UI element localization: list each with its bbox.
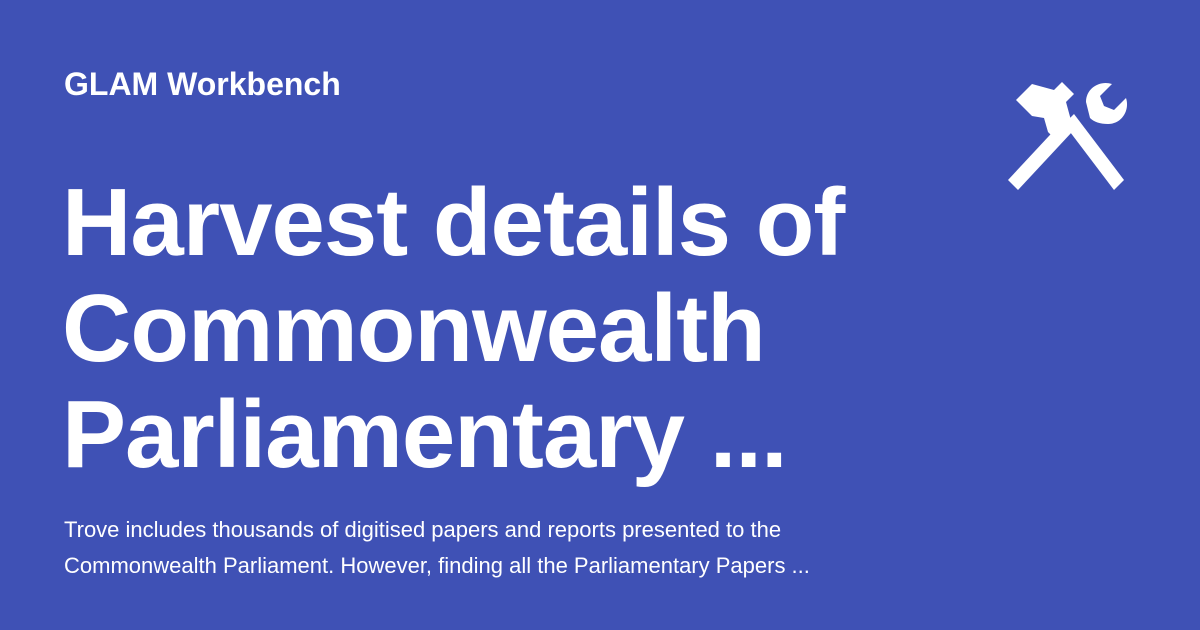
page-description: Trove includes thousands of digitised pa…	[64, 517, 810, 578]
hammer-wrench-icon	[1002, 78, 1128, 196]
social-card: GLAM Workbench Harvest details of Common…	[0, 0, 1200, 630]
page-title: Harvest details of Commonwealth Parliame…	[62, 169, 845, 488]
site-name: GLAM Workbench	[64, 66, 341, 102]
